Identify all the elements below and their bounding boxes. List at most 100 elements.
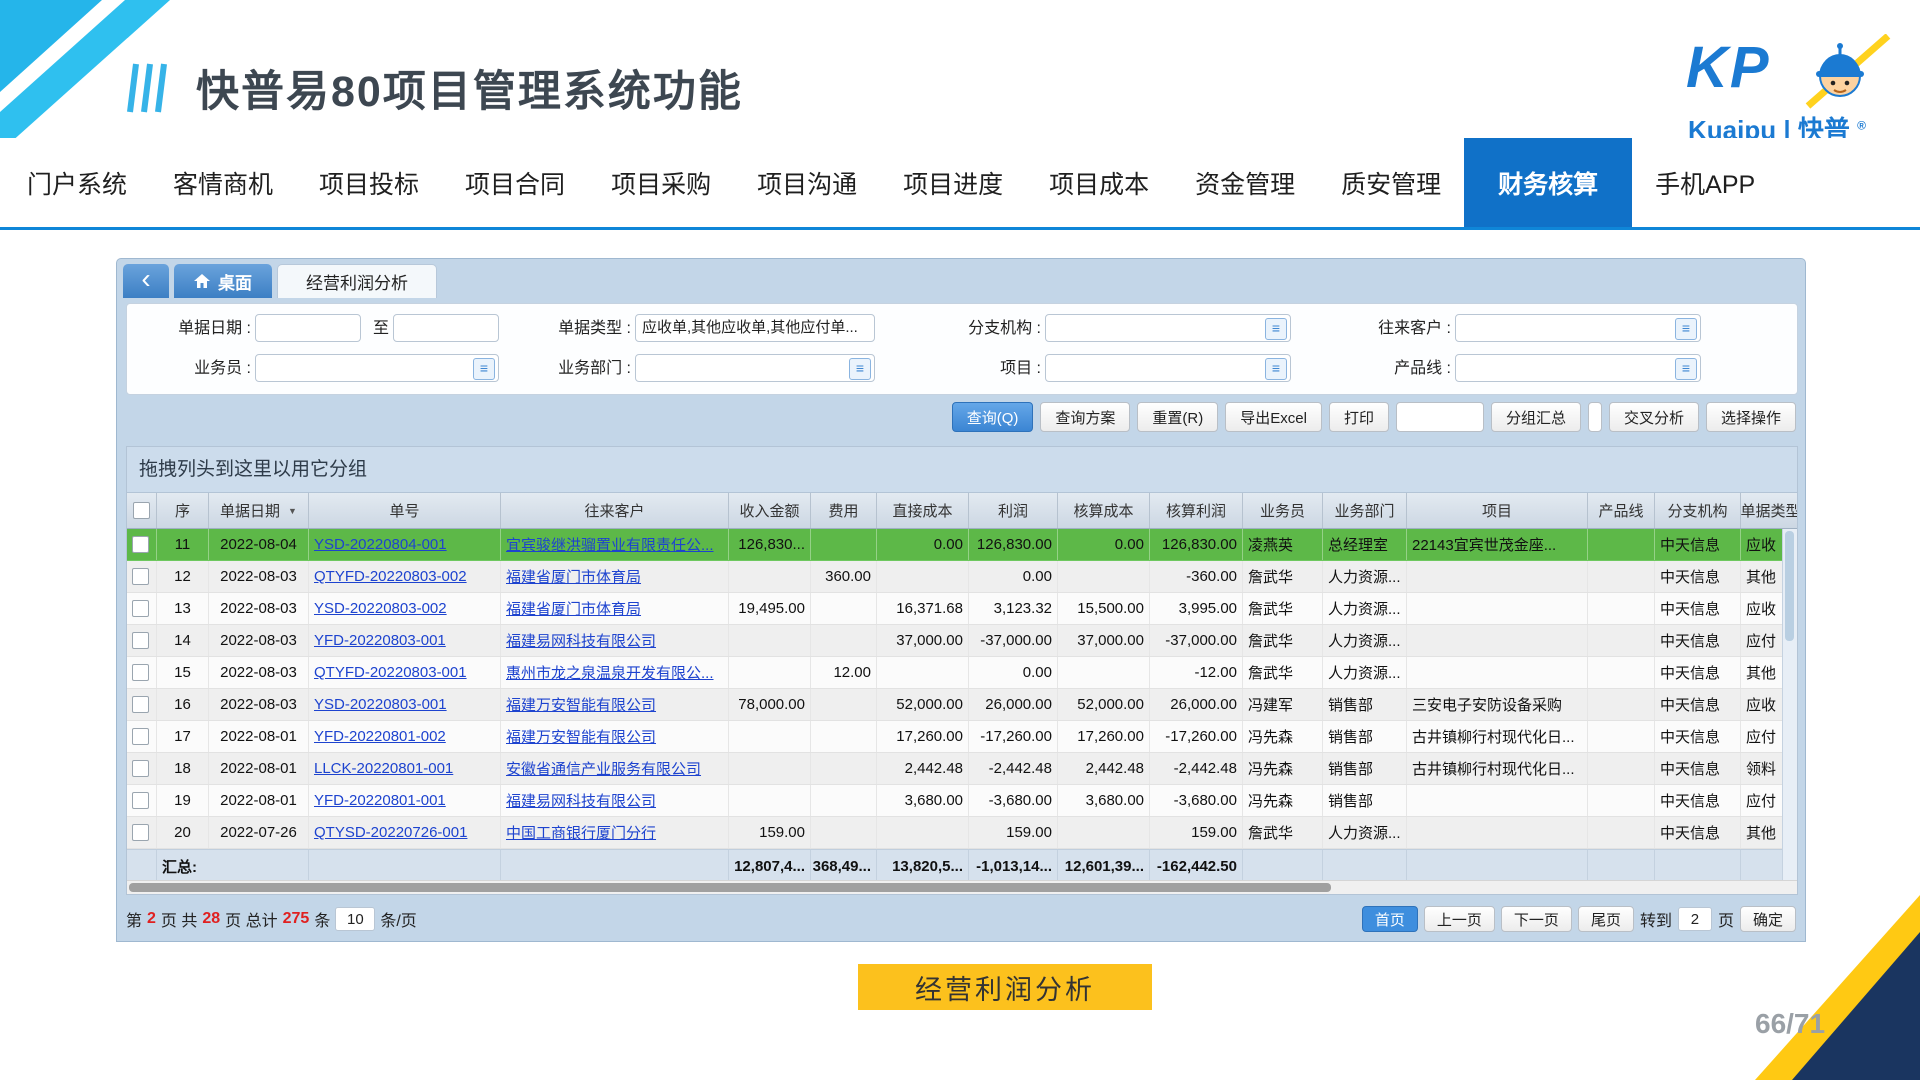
print-button[interactable]: 打印 xyxy=(1329,402,1389,432)
row-checkbox[interactable] xyxy=(132,664,149,681)
row-checkbox[interactable] xyxy=(132,792,149,809)
cell-link[interactable]: 福建易网科技有限公司 xyxy=(506,790,656,811)
column-header-salesman[interactable]: 业务员 xyxy=(1243,493,1323,528)
group-by-bar[interactable]: 拖拽列头到这里以用它分组 xyxy=(127,447,1797,493)
nav-item-1[interactable]: 门户系统 xyxy=(4,138,150,227)
nav-item-10[interactable]: 质安管理 xyxy=(1318,138,1464,227)
table-row[interactable]: 142022-08-03YFD-20220803-001福建易网科技有限公司37… xyxy=(127,625,1798,657)
column-header-customer[interactable]: 往来客户 xyxy=(501,493,729,528)
cell-link[interactable]: QTYFD-20220803-001 xyxy=(314,664,467,681)
nav-item-4[interactable]: 项目合同 xyxy=(442,138,588,227)
lookup-icon[interactable]: ≡ xyxy=(849,358,871,380)
column-header-date[interactable]: 单据日期▼ xyxy=(209,493,309,528)
table-row[interactable]: 182022-08-01LLCK-20220801-001安徽省通信产业服务有限… xyxy=(127,753,1798,785)
cell-link[interactable]: YFD-20220801-002 xyxy=(314,728,446,745)
cell-link[interactable]: YFD-20220803-001 xyxy=(314,632,446,649)
customer-input[interactable]: ≡ xyxy=(1455,314,1701,342)
table-row[interactable]: 202022-07-26QTYSD-20220726-001中国工商银行厦门分行… xyxy=(127,817,1798,849)
cell-link[interactable]: 中国工商银行厦门分行 xyxy=(506,822,656,843)
tab-desktop[interactable]: 桌面 xyxy=(174,264,272,298)
select-operation-button[interactable]: 选择操作 xyxy=(1706,402,1796,432)
nav-item-11[interactable]: 财务核算 xyxy=(1464,138,1632,227)
cell-link[interactable]: 福建万安智能有限公司 xyxy=(506,694,656,715)
doc-date-to-input[interactable] xyxy=(393,314,499,342)
row-checkbox[interactable] xyxy=(132,632,149,649)
dept-input[interactable]: ≡ xyxy=(635,354,875,382)
row-checkbox[interactable] xyxy=(132,696,149,713)
nav-item-3[interactable]: 项目投标 xyxy=(296,138,442,227)
nav-item-12[interactable]: 手机APP xyxy=(1632,138,1778,227)
vertical-scrollbar[interactable] xyxy=(1782,529,1797,881)
cell-link[interactable]: 福建省厦门市体育局 xyxy=(506,598,641,619)
doc-date-from-input[interactable] xyxy=(255,314,361,342)
nav-item-9[interactable]: 资金管理 xyxy=(1172,138,1318,227)
next-page-button[interactable]: 下一页 xyxy=(1501,906,1572,932)
cell-link[interactable]: YSD-20220803-001 xyxy=(314,696,447,713)
lookup-icon[interactable]: ≡ xyxy=(1675,318,1697,340)
lookup-icon[interactable]: ≡ xyxy=(1265,318,1287,340)
cross-analysis-button[interactable]: 交叉分析 xyxy=(1609,402,1699,432)
cell-link[interactable]: YSD-20220803-002 xyxy=(314,600,447,617)
row-checkbox[interactable] xyxy=(132,568,149,585)
page-size-input[interactable]: 10 xyxy=(335,907,375,931)
first-page-button[interactable]: 首页 xyxy=(1362,906,1418,932)
column-header-acct_profit[interactable]: 核算利润 xyxy=(1150,493,1243,528)
doc-type-input[interactable]: 应收单,其他应收单,其他应付单... xyxy=(635,314,875,342)
last-page-button[interactable]: 尾页 xyxy=(1578,906,1634,932)
vertical-scrollbar-thumb[interactable] xyxy=(1785,531,1794,641)
cell-link[interactable]: 宜宾骏继洪骝置业有限责任公... xyxy=(506,534,714,555)
table-row[interactable]: 172022-08-01YFD-20220801-002福建万安智能有限公司17… xyxy=(127,721,1798,753)
row-checkbox[interactable] xyxy=(132,728,149,745)
cell-link[interactable]: 福建易网科技有限公司 xyxy=(506,630,656,651)
cell-link[interactable]: YSD-20220804-001 xyxy=(314,536,447,553)
sort-caret-icon[interactable]: ▼ xyxy=(288,506,297,516)
table-row[interactable]: 122022-08-03QTYFD-20220803-002福建省厦门市体育局3… xyxy=(127,561,1798,593)
column-header-profit[interactable]: 利润 xyxy=(969,493,1058,528)
reset-button[interactable]: 重置(R) xyxy=(1137,402,1218,432)
nav-item-7[interactable]: 项目进度 xyxy=(880,138,1026,227)
column-header-product_line[interactable]: 产品线 xyxy=(1588,493,1655,528)
table-row[interactable]: 152022-08-03QTYFD-20220803-001惠州市龙之泉温泉开发… xyxy=(127,657,1798,689)
cell-link[interactable]: 福建万安智能有限公司 xyxy=(506,726,656,747)
tab-profit-analysis[interactable]: 经营利润分析 xyxy=(277,264,437,298)
row-checkbox[interactable] xyxy=(132,536,149,553)
salesman-input[interactable]: ≡ xyxy=(255,354,499,382)
cell-link[interactable]: 惠州市龙之泉温泉开发有限公... xyxy=(506,662,714,683)
toolbar-spacer[interactable] xyxy=(1588,402,1602,432)
query-button[interactable]: 查询(Q) xyxy=(952,402,1034,432)
cell-link[interactable]: 福建省厦门市体育局 xyxy=(506,566,641,587)
row-checkbox[interactable] xyxy=(132,824,149,841)
nav-item-5[interactable]: 项目采购 xyxy=(588,138,734,227)
product-line-input[interactable]: ≡ xyxy=(1455,354,1701,382)
prev-page-button[interactable]: 上一页 xyxy=(1424,906,1495,932)
branch-input[interactable]: ≡ xyxy=(1045,314,1291,342)
column-header-branch[interactable]: 分支机构 xyxy=(1655,493,1741,528)
column-header-doc_type[interactable]: 单据类型 xyxy=(1741,493,1798,528)
cell-link[interactable]: LLCK-20220801-001 xyxy=(314,760,453,777)
nav-item-8[interactable]: 项目成本 xyxy=(1026,138,1172,227)
nav-item-2[interactable]: 客情商机 xyxy=(150,138,296,227)
column-header-income[interactable]: 收入金额 xyxy=(729,493,811,528)
export-excel-button[interactable]: 导出Excel xyxy=(1225,402,1322,432)
column-header-dept[interactable]: 业务部门 xyxy=(1323,493,1407,528)
column-header-acct_cost[interactable]: 核算成本 xyxy=(1058,493,1150,528)
cell-link[interactable]: QTYFD-20220803-002 xyxy=(314,568,467,585)
row-checkbox[interactable] xyxy=(132,760,149,777)
table-row[interactable]: 132022-08-03YSD-20220803-002福建省厦门市体育局19,… xyxy=(127,593,1798,625)
table-row[interactable]: 162022-08-03YSD-20220803-001福建万安智能有限公司78… xyxy=(127,689,1798,721)
lookup-icon[interactable]: ≡ xyxy=(1265,358,1287,380)
group-summary-button[interactable]: 分组汇总 xyxy=(1491,402,1581,432)
column-header-seq[interactable]: 序 xyxy=(157,493,209,528)
cell-link[interactable]: 安徽省通信产业服务有限公司 xyxy=(506,758,701,779)
goto-page-input[interactable]: 2 xyxy=(1678,907,1712,931)
confirm-button[interactable]: 确定 xyxy=(1740,906,1796,932)
lookup-icon[interactable]: ≡ xyxy=(1675,358,1697,380)
horizontal-scrollbar-thumb[interactable] xyxy=(129,883,1331,892)
header-checkbox[interactable] xyxy=(133,502,150,519)
row-checkbox[interactable] xyxy=(132,600,149,617)
column-header-check[interactable] xyxy=(127,493,157,528)
column-header-doc_no[interactable]: 单号 xyxy=(309,493,501,528)
table-row[interactable]: 192022-08-01YFD-20220801-001福建易网科技有限公司3,… xyxy=(127,785,1798,817)
nav-item-6[interactable]: 项目沟通 xyxy=(734,138,880,227)
cell-link[interactable]: YFD-20220801-001 xyxy=(314,792,446,809)
